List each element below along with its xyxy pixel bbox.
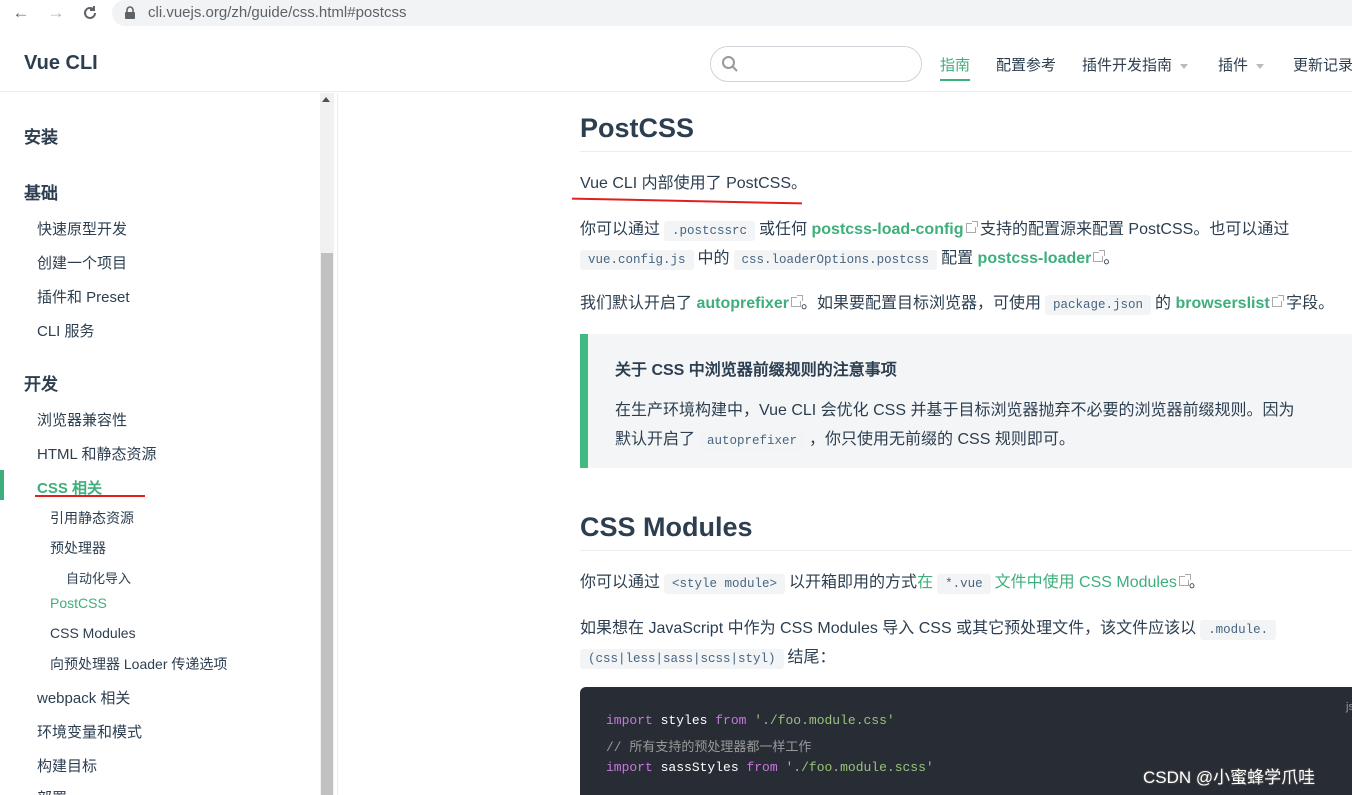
sidebar-item-build-targets[interactable]: 构建目标 bbox=[37, 755, 97, 776]
address-bar[interactable]: cli.vuejs.org/zh/guide/css.html#postcss bbox=[112, 0, 1352, 26]
postcss-config-paragraph-2: vue.config.js 中的 css.loaderOptions.postcss… bbox=[580, 244, 1119, 275]
sidebar-group-install[interactable]: 安装 bbox=[24, 123, 58, 148]
external-link-icon bbox=[1178, 574, 1191, 586]
sidebar-sub-auto-import[interactable]: 自动化导入 bbox=[66, 568, 131, 587]
postcss-intro: Vue CLI 内部使用了 PostCSS。 bbox=[580, 175, 808, 192]
code-line: import styles from './foo.module.css' bbox=[606, 713, 895, 728]
code-line: import sassStyles from './foo.module.scs… bbox=[606, 760, 934, 775]
external-link-icon bbox=[1093, 250, 1106, 262]
heading-css-modules: CSS Modules bbox=[580, 512, 753, 542]
nav-plugins-label: 插件 bbox=[1218, 57, 1249, 74]
heading-postcss: PostCSS bbox=[580, 113, 695, 143]
scrollbar-thumb[interactable] bbox=[321, 253, 333, 795]
code-line: // 所有支持的预处理器都一样工作 bbox=[606, 740, 812, 755]
sidebar-item-creating[interactable]: 创建一个项目 bbox=[37, 252, 127, 273]
sidebar-group-basics[interactable]: 基础 bbox=[24, 179, 58, 204]
nav-plugin-dev-label: 插件开发指南 bbox=[1082, 57, 1173, 74]
postcss-config-paragraph: 你可以通过 .postcssrc 或任何 postcss-load-config 支… bbox=[580, 215, 1289, 246]
sidebar-sub-preprocessors[interactable]: 预处理器 bbox=[50, 538, 106, 558]
search-input[interactable] bbox=[710, 46, 922, 82]
css-modules-import-paragraph: 如果想在 JavaScript 中作为 CSS Modules 导入 CSS 或… bbox=[580, 614, 1280, 645]
tip-title: 关于 CSS 中浏览器前缀规则的注意事项 bbox=[615, 362, 897, 379]
link-browserslist[interactable]: browserslist bbox=[1175, 295, 1269, 312]
sidebar-sub-loader-options[interactable]: 向预处理器 Loader 传递选项 bbox=[50, 654, 227, 674]
sidebar-item-browser-compat[interactable]: 浏览器兼容性 bbox=[37, 409, 127, 430]
autoprefixer-paragraph: 我们默认开启了 autoprefixer 。如果要配置目标浏览器，可使用 packa… bbox=[580, 289, 1334, 320]
heading-divider bbox=[580, 550, 1352, 551]
nav-plugin-dev[interactable]: 插件开发指南 bbox=[1082, 54, 1189, 75]
code-language-label: js bbox=[1346, 701, 1352, 713]
lock-icon bbox=[124, 6, 136, 25]
reload-icon[interactable] bbox=[79, 2, 101, 24]
sidebar-item-prototyping[interactable]: 快速原型开发 bbox=[37, 218, 127, 239]
active-indicator bbox=[0, 470, 4, 500]
external-link-icon bbox=[1271, 295, 1284, 307]
sidebar-sub-postcss[interactable]: PostCSS bbox=[50, 595, 107, 611]
heading-divider bbox=[580, 151, 1352, 152]
sidebar-item-plugins-preset[interactable]: 插件和 Preset bbox=[37, 286, 130, 307]
nav-config[interactable]: 配置参考 bbox=[996, 54, 1056, 75]
tip-line-2: 默认开启了 autoprefixer ，你只使用无前缀的 CSS 规则即可。 bbox=[615, 425, 1075, 451]
tip-block: 关于 CSS 中浏览器前缀规则的注意事项 在生产环境构建中，Vue CLI 会优… bbox=[580, 334, 1352, 468]
css-modules-paragraph: 你可以通过 <style module> 以开箱即用的方式在 *.vue 文件中使用 C… bbox=[580, 568, 1205, 599]
forward-icon[interactable]: → bbox=[45, 2, 67, 24]
link-postcss-loader[interactable]: postcss-loader bbox=[978, 250, 1092, 267]
nav-changelog[interactable]: 更新记录 bbox=[1293, 54, 1352, 75]
main-content: PostCSS Vue CLI 内部使用了 PostCSS。 你可以通过 .pos… bbox=[338, 93, 1352, 795]
back-icon[interactable]: ← bbox=[10, 2, 32, 24]
sidebar-group-development[interactable]: 开发 bbox=[24, 370, 58, 395]
chevron-down-icon bbox=[1256, 63, 1265, 69]
external-link-icon bbox=[790, 295, 803, 307]
sidebar-item-env-modes[interactable]: 环境变量和模式 bbox=[37, 721, 142, 742]
site-title[interactable]: Vue CLI bbox=[24, 52, 98, 75]
nav-plugins[interactable]: 插件 bbox=[1218, 54, 1265, 75]
sidebar-item-deploy[interactable]: 部署 bbox=[37, 787, 67, 795]
sidebar: 安装 基础 快速原型开发 创建一个项目 插件和 Preset CLI 服务 开发… bbox=[0, 93, 338, 795]
css-modules-import-paragraph-2: (css|less|sass|scss|styl) 结尾： bbox=[580, 643, 836, 674]
annotation-underline bbox=[572, 197, 802, 205]
link-autoprefixer[interactable]: autoprefixer bbox=[696, 295, 788, 312]
sidebar-sub-css-modules[interactable]: CSS Modules bbox=[50, 625, 136, 641]
link-css-modules-in-vue[interactable]: 文件中使用 CSS Modules bbox=[995, 574, 1177, 591]
tip-line-1: 在生产环境构建中，Vue CLI 会优化 CSS 并基于目标浏览器抛弃不必要的浏… bbox=[615, 402, 1295, 419]
sidebar-item-cli-service[interactable]: CLI 服务 bbox=[37, 320, 95, 341]
sidebar-item-webpack[interactable]: webpack 相关 bbox=[37, 687, 130, 708]
browser-toolbar: ← → cli.vuejs.org/zh/guide/css.html#post… bbox=[0, 0, 1352, 26]
link-postcss-load-config[interactable]: postcss-load-config bbox=[812, 221, 964, 238]
sidebar-sub-static-assets[interactable]: 引用静态资源 bbox=[50, 508, 134, 528]
chevron-down-icon bbox=[1180, 63, 1189, 69]
search-icon bbox=[721, 55, 739, 78]
annotation-underline bbox=[35, 495, 145, 497]
url-text: cli.vuejs.org/zh/guide/css.html#postcss bbox=[148, 4, 407, 21]
watermark: CSDN @小蜜蜂学爪哇 bbox=[1143, 768, 1316, 787]
site-navbar: Vue CLI 指南 配置参考 插件开发指南 插件 更新记录 bbox=[0, 32, 1352, 92]
external-link-icon bbox=[965, 221, 978, 233]
nav-guide[interactable]: 指南 bbox=[940, 54, 971, 81]
scroll-up-arrow-icon[interactable] bbox=[322, 97, 330, 102]
sidebar-item-html-static[interactable]: HTML 和静态资源 bbox=[37, 443, 156, 464]
